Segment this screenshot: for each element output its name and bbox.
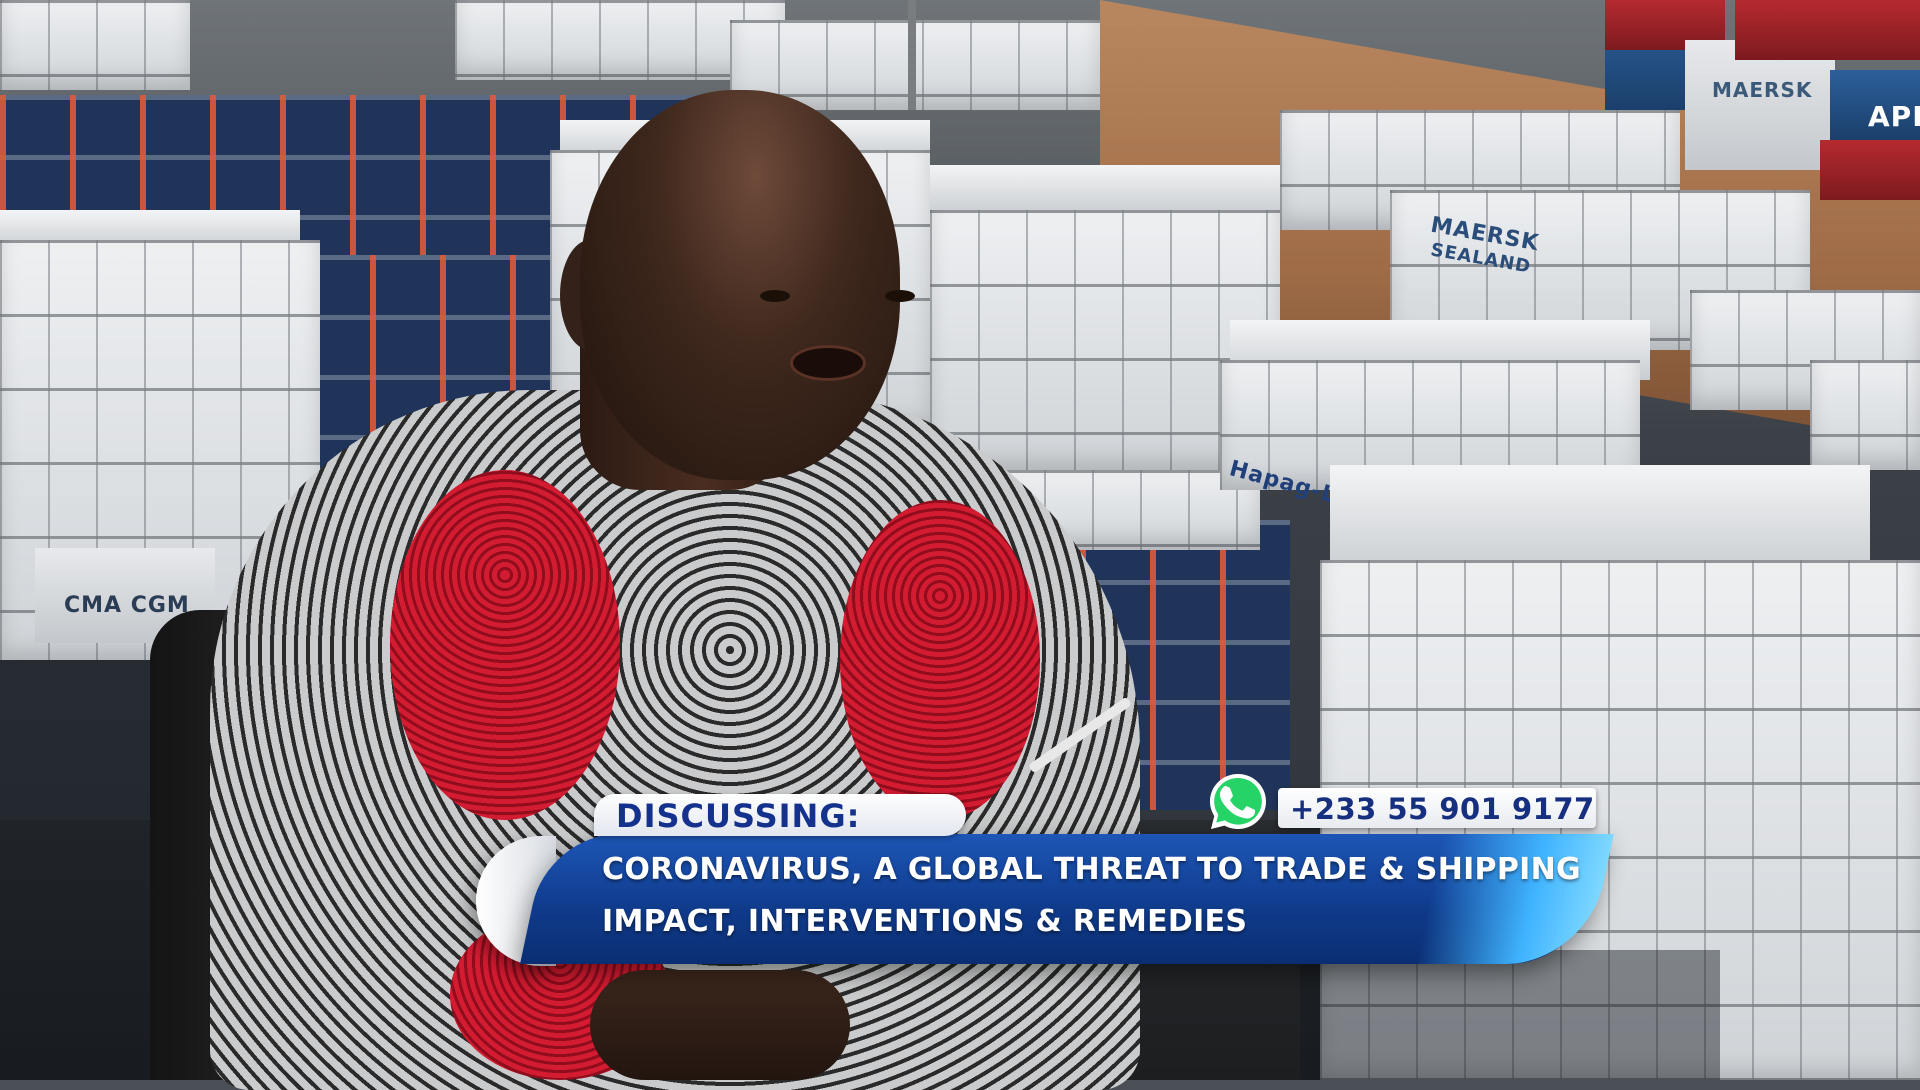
- mouth: [790, 345, 866, 381]
- container: [1820, 140, 1920, 200]
- container-stack: [1810, 360, 1920, 470]
- eye: [885, 290, 915, 302]
- container-roof: [1330, 465, 1870, 575]
- guest-speaker: [150, 90, 1150, 1090]
- container-stack: [0, 0, 190, 90]
- hand: [590, 970, 850, 1080]
- eye: [760, 290, 790, 302]
- head: [580, 90, 900, 480]
- container-logo-text: MAERSK: [1712, 78, 1813, 102]
- container-logo-text: APL: [1868, 100, 1920, 133]
- shirt-red-panel: [390, 470, 620, 820]
- container: [1735, 0, 1920, 60]
- shadow: [1300, 950, 1720, 1080]
- shirt-red-panel: [840, 500, 1040, 820]
